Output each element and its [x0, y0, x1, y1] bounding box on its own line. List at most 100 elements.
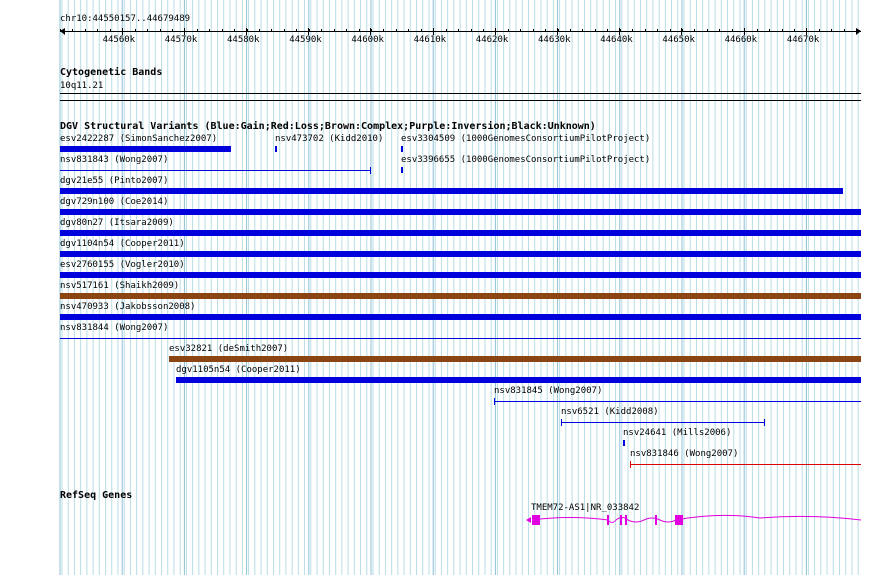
ruler-minor-tick	[818, 29, 820, 32]
variant-label[interactable]: esv2760155 (Vogler2010)	[60, 260, 185, 271]
variant-label[interactable]: nsv517161 (Shaikh2009)	[60, 281, 179, 292]
ruler-minor-tick	[433, 29, 435, 32]
ruler-minor-tick	[458, 29, 460, 32]
variant-bar-gain[interactable]	[401, 167, 403, 173]
variant-bar-gain[interactable]	[60, 251, 861, 257]
variant-line-gain[interactable]	[561, 422, 765, 423]
variant-end-tick	[764, 419, 765, 426]
ruler-minor-tick	[296, 29, 298, 32]
ruler-tick-label: 44580k	[227, 35, 260, 45]
ruler-minor-tick	[84, 29, 86, 32]
variant-label[interactable]: esv2422287 (SimonSanchez2007)	[60, 134, 217, 145]
ruler-minor-tick	[507, 29, 509, 32]
variant-bar-gain[interactable]	[275, 146, 277, 152]
variant-bar-gain[interactable]	[60, 230, 861, 236]
variant-start-tick	[630, 461, 631, 468]
ruler-minor-tick	[209, 29, 211, 32]
ruler-minor-tick	[171, 29, 173, 32]
ruler-minor-tick	[159, 29, 161, 32]
variant-label[interactable]: nsv831845 (Wong2007)	[494, 386, 602, 397]
ruler-tick-label: 44670k	[786, 35, 820, 45]
ruler-minor-tick	[632, 29, 634, 32]
variant-line-gain[interactable]	[494, 401, 861, 402]
ruler-minor-tick	[694, 29, 696, 32]
variant-line-gain[interactable]	[60, 170, 371, 171]
ruler-axis	[60, 31, 861, 32]
ruler-minor-tick	[122, 29, 124, 32]
ruler-tick-label: 44590k	[289, 35, 322, 45]
variant-label[interactable]: nsv831844 (Wong2007)	[60, 323, 168, 334]
variant-label[interactable]: nsv831843 (Wong2007)	[60, 155, 168, 166]
ruler-minor-tick	[532, 29, 534, 32]
variant-label[interactable]: esv32821 (deSmith2007)	[169, 344, 288, 355]
cyto-band-bottom-line	[60, 100, 861, 101]
ruler-minor-tick	[731, 29, 733, 32]
ruler-minor-tick	[445, 29, 447, 32]
ruler-minor-tick	[221, 29, 223, 32]
variant-label[interactable]: dgv1104n54 (Cooper2011)	[60, 239, 185, 250]
ruler-minor-tick	[744, 29, 746, 32]
variant-label[interactable]: dgv1105n54 (Cooper2011)	[176, 365, 301, 376]
ruler-minor-tick	[109, 29, 111, 32]
variant-label[interactable]: esv3396655 (1000GenomesConsortiumPilotPr…	[401, 155, 650, 166]
ruler-minor-tick	[333, 29, 335, 32]
variant-bar-gain[interactable]	[60, 272, 861, 278]
variant-label[interactable]: dgv729n100 (Coe2014)	[60, 197, 168, 208]
ruler-minor-tick	[669, 29, 671, 32]
variant-label[interactable]: dgv80n27 (Itsara2009)	[60, 218, 174, 229]
gene-model[interactable]	[520, 510, 865, 530]
variant-label[interactable]: dgv21e55 (Pinto2007)	[60, 176, 168, 187]
ruler-minor-tick	[321, 29, 323, 32]
variant-label[interactable]: nsv473702 (Kidd2010)	[275, 134, 383, 145]
variant-end-tick	[370, 167, 371, 174]
ruler-minor-tick	[259, 29, 261, 32]
variant-line-loss[interactable]	[630, 464, 861, 465]
ruler-minor-tick	[470, 29, 472, 32]
ruler-minor-tick	[570, 29, 572, 32]
variant-bar-gain[interactable]	[60, 314, 861, 320]
ruler-minor-tick	[557, 29, 559, 32]
variant-label[interactable]: nsv831846 (Wong2007)	[630, 449, 738, 460]
ruler-tick-label: 44560k	[102, 35, 136, 45]
ruler-minor-tick	[346, 29, 348, 32]
ruler-minor-tick	[706, 29, 708, 32]
ruler-tick-label: 44620k	[475, 35, 509, 45]
variant-label[interactable]: nsv24641 (Mills2006)	[623, 428, 731, 439]
ruler-minor-tick	[644, 29, 646, 32]
ruler-tick-label: 44660k	[724, 35, 758, 45]
ruler-minor-tick	[147, 29, 149, 32]
variant-bar-complex[interactable]	[169, 356, 861, 362]
variant-bar-gain[interactable]	[60, 209, 861, 215]
ruler-minor-tick	[408, 29, 410, 32]
variant-bar-complex[interactable]	[60, 293, 861, 299]
ruler-minor-tick	[843, 29, 845, 32]
variant-label[interactable]: nsv6521 (Kidd2008)	[561, 407, 659, 418]
ruler-minor-tick	[657, 29, 659, 32]
ruler-tick-label: 44640k	[600, 35, 633, 45]
variant-label[interactable]: nsv470933 (Jakobsson2008)	[60, 302, 195, 313]
ruler-minor-tick	[806, 29, 808, 32]
ruler-minor-tick	[60, 29, 61, 32]
ruler-minor-tick	[358, 29, 360, 32]
variant-bar-gain[interactable]	[176, 377, 861, 383]
ruler-minor-tick	[234, 29, 236, 32]
variant-bar-gain[interactable]	[401, 146, 403, 152]
variant-line-gain[interactable]	[60, 338, 861, 339]
variant-bar-gain[interactable]	[60, 188, 843, 194]
cyto-band-top-line	[60, 93, 861, 94]
ruler-minor-tick	[607, 29, 609, 32]
variant-start-tick	[561, 419, 562, 426]
variant-label[interactable]: esv3304509 (1000GenomesConsortiumPilotPr…	[401, 134, 650, 145]
variant-bar-gain[interactable]	[60, 146, 231, 152]
ruler-minor-tick	[383, 29, 385, 32]
ruler-tick-label: 44610k	[413, 35, 447, 45]
ruler-minor-tick	[831, 29, 833, 32]
variant-bar-gain[interactable]	[623, 440, 625, 446]
ruler-minor-tick	[856, 29, 858, 32]
ruler-minor-tick	[793, 29, 795, 32]
ruler-minor-tick	[769, 29, 771, 32]
ruler-minor-tick	[308, 29, 310, 32]
ruler-minor-tick	[495, 29, 497, 32]
ruler-minor-tick	[682, 29, 683, 32]
ruler-minor-tick	[420, 29, 422, 32]
